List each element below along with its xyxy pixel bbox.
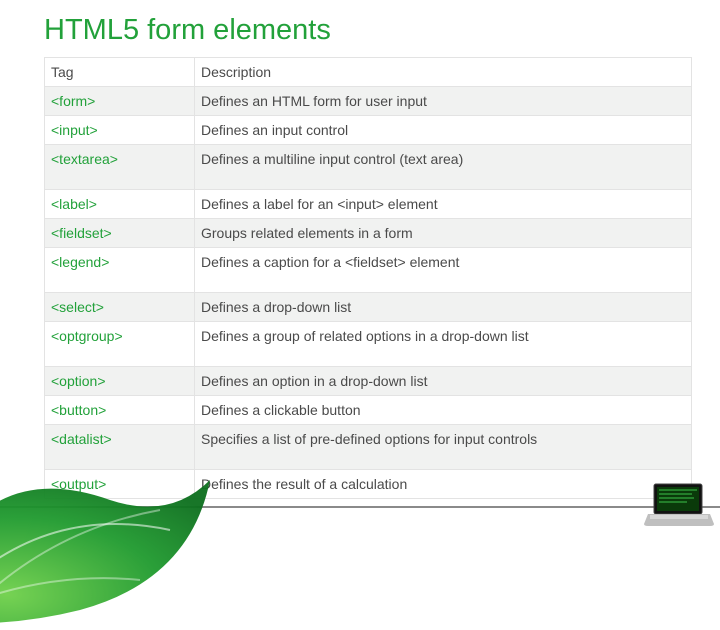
- table-header-row: Tag Description: [45, 58, 692, 87]
- cell-tag: <select>: [45, 293, 195, 322]
- cell-tag: <legend>: [45, 248, 195, 293]
- footer-divider: [0, 506, 720, 508]
- table-row: <output> Defines the result of a calcula…: [45, 470, 692, 499]
- cell-tag: <form>: [45, 87, 195, 116]
- cell-desc: Defines a drop-down list: [195, 293, 692, 322]
- cell-tag: <output>: [45, 470, 195, 499]
- cell-desc: Defines a caption for a <fieldset> eleme…: [195, 248, 692, 293]
- cell-desc: Defines the result of a calculation: [195, 470, 692, 499]
- table-row: <form> Defines an HTML form for user inp…: [45, 87, 692, 116]
- cell-tag: <input>: [45, 116, 195, 145]
- cell-desc: Defines an input control: [195, 116, 692, 145]
- form-elements-table: Tag Description <form> Defines an HTML f…: [44, 57, 692, 499]
- cell-tag: <optgroup>: [45, 322, 195, 367]
- cell-desc: Defines a clickable button: [195, 396, 692, 425]
- col-header-desc: Description: [195, 58, 692, 87]
- cell-desc: Defines a group of related options in a …: [195, 322, 692, 367]
- cell-desc: Defines a label for an <input> element: [195, 190, 692, 219]
- cell-tag: <label>: [45, 190, 195, 219]
- table-row: <textarea> Defines a multiline input con…: [45, 145, 692, 190]
- cell-desc: Specifies a list of pre-defined options …: [195, 425, 692, 470]
- table-row: <label> Defines a label for an <input> e…: [45, 190, 692, 219]
- cell-tag: <datalist>: [45, 425, 195, 470]
- cell-desc: Defines an option in a drop-down list: [195, 367, 692, 396]
- cell-tag: <textarea>: [45, 145, 195, 190]
- table-row: <input> Defines an input control: [45, 116, 692, 145]
- cell-desc: Groups related elements in a form: [195, 219, 692, 248]
- cell-tag: <option>: [45, 367, 195, 396]
- table-row: <button> Defines a clickable button: [45, 396, 692, 425]
- cell-desc: Defines an HTML form for user input: [195, 87, 692, 116]
- table-row: <option> Defines an option in a drop-dow…: [45, 367, 692, 396]
- slide: HTML5 form elements Tag Description <for…: [0, 0, 720, 540]
- cell-tag: <button>: [45, 396, 195, 425]
- table-row: <optgroup> Defines a group of related op…: [45, 322, 692, 367]
- table-row: <legend> Defines a caption for a <fields…: [45, 248, 692, 293]
- table-row: <fieldset> Groups related elements in a …: [45, 219, 692, 248]
- page-title: HTML5 form elements: [44, 14, 692, 47]
- table-row: <select> Defines a drop-down list: [45, 293, 692, 322]
- cell-desc: Defines a multiline input control (text …: [195, 145, 692, 190]
- col-header-tag: Tag: [45, 58, 195, 87]
- table-row: <datalist> Specifies a list of pre-defin…: [45, 425, 692, 470]
- cell-tag: <fieldset>: [45, 219, 195, 248]
